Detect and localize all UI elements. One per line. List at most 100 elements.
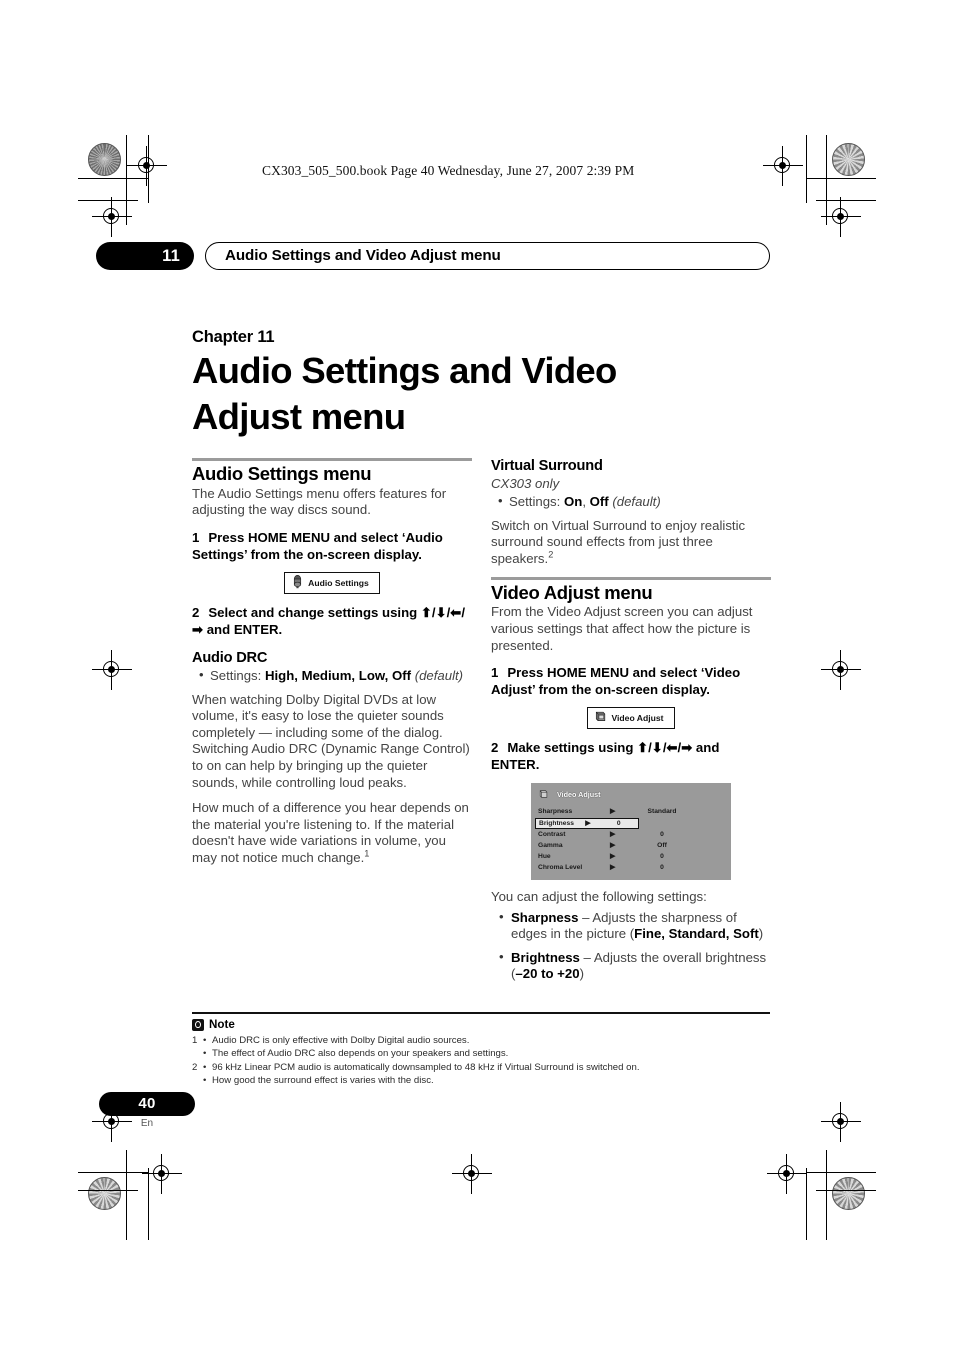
vs-option-on: On <box>563 494 583 510</box>
section-title-audio-settings: Audio Settings menu <box>192 463 372 485</box>
crop-line-bl-v <box>126 1150 128 1240</box>
setting-term: Sharpness <box>511 909 579 925</box>
crop-line-tl-v2 <box>148 135 150 203</box>
osd-chip-video-adjust[interactable]: Video Adjust <box>587 707 675 730</box>
footnotes-heading-label: Note <box>209 1018 235 1032</box>
step-number: 1 <box>192 529 200 545</box>
setting-term: Brightness <box>511 949 580 965</box>
virtual-surround-model-note: CX303 only <box>491 475 560 491</box>
footnote-item: 1 • Audio DRC is only effective with Dolby… <box>192 1034 770 1047</box>
osd-chip-video-adjust-label: Video Adjust <box>611 713 664 724</box>
footnote-number: 1 <box>192 1035 198 1047</box>
crop-line-tr-h <box>806 178 876 180</box>
crop-line-br-v2 <box>806 1168 808 1240</box>
footnote-number <box>192 1047 203 1060</box>
step-text-b: and ENTER. <box>203 621 283 637</box>
footnote-number: 2 <box>192 1061 198 1073</box>
crop-line-tl-h2 <box>78 200 138 202</box>
chapter-kicker: Chapter 11 <box>192 328 275 346</box>
virtual-surround-paragraph-text: Switch on Virtual Surround to enjoy real… <box>491 517 746 566</box>
footnote-text: Audio DRC is only effective with Dolby D… <box>212 1035 470 1047</box>
page-footer: 40 En <box>99 1092 195 1129</box>
registration-mark-middle-right <box>821 650 861 690</box>
audio-drc-paragraph-2: How much of a difference you hear depend… <box>192 800 472 866</box>
crop-line-bl-v2 <box>148 1168 150 1240</box>
crop-line-tr-h2 <box>816 200 876 202</box>
audio-settings-intro: The Audio Settings menu offers features … <box>192 485 447 518</box>
footnote-text: 96 kHz Linear PCM audio is automatically… <box>212 1061 640 1073</box>
crop-line-br-h <box>806 1172 876 1174</box>
setting-description-end: ) <box>758 926 764 942</box>
crop-line-tl-h <box>78 178 148 180</box>
note-icon <box>192 1018 204 1031</box>
step-text: Press HOME MENU and select ‘Audio Settin… <box>192 529 443 562</box>
virtual-surround-settings-list: Settings: On, Off (default) <box>491 493 771 511</box>
footnote-bullet: • <box>203 1074 207 1086</box>
osd-setting-value: Standard <box>647 808 677 816</box>
osd-panel-rows: Sharpness ▶ Standard Brightness ▶ 0 Contrast ▶ 0… <box>531 806 731 880</box>
settings-label: Settings: <box>210 667 265 683</box>
list-item: Brightness – Adjusts the overall brightn… <box>499 949 771 983</box>
chevron-right-icon: ▶ <box>610 864 616 872</box>
footnote-item: • The effect of Audio DRC also depends on… <box>192 1047 770 1060</box>
registration-mark-middle-left <box>92 650 132 690</box>
registration-mark-lower-right <box>821 1102 861 1142</box>
setting-options: Fine, Standard, Soft <box>634 926 759 942</box>
osd-setting-row[interactable]: Chroma Level ▶ 0 <box>531 863 731 874</box>
audio-drc-paragraph-2-text: How much of a difference you hear depend… <box>192 800 469 865</box>
running-head-title: Audio Settings and Video Adjust menu <box>205 242 770 270</box>
section-rule-video-adjust <box>491 576 771 580</box>
footnote-item: 2 • 96 kHz Linear PCM audio is automatical… <box>192 1061 770 1074</box>
print-color-roundel-top-right <box>832 143 865 176</box>
arrow-glyphs-updown: ⬆/⬇/ <box>420 605 451 621</box>
chapter-title-line-2: Adjust menu <box>192 396 406 437</box>
arrow-glyphs: ⬆/⬇/⬅/➡ <box>637 740 693 756</box>
monitor-icon <box>594 710 607 724</box>
video-adjust-step-1: 1 Press HOME MENU and select ‘Video Adjus… <box>491 665 771 698</box>
audio-drc-options: High, Medium, Low, Off <box>264 667 412 683</box>
audio-settings-osd-chip-wrap: Audio Settings <box>192 572 472 595</box>
crop-line-tr-v2 <box>806 135 808 203</box>
step-text-a: Make settings using <box>507 740 638 756</box>
vs-default: (default) <box>612 494 661 510</box>
list-item: Settings: High, Medium, Low, Off (defaul… <box>199 667 472 685</box>
setting-description-end: ) <box>579 966 584 982</box>
page-title: Audio Settings and Video Adjust menu <box>192 348 722 440</box>
settings-label: Settings: <box>509 494 564 510</box>
audio-settings-step-2: 2 Select and change settings using ⬆/⬇/⬅/… <box>192 605 472 638</box>
video-adjust-list-lead: You can adjust the following settings: <box>491 889 707 905</box>
footnote-list: 1 • Audio DRC is only effective with Dolby… <box>192 1034 770 1087</box>
subsection-virtual-surround: Virtual Surround <box>491 458 603 474</box>
osd-chip-audio-settings-label: Audio Settings <box>308 578 369 589</box>
list-item: Sharpness – Adjusts the sharpness of edg… <box>499 909 771 943</box>
chapter-title-line-1: Audio Settings and Video <box>192 350 617 391</box>
registration-mark-bottom-center <box>452 1154 492 1194</box>
registration-mark-bottom-right <box>767 1154 807 1194</box>
virtual-surround-paragraph: Switch on Virtual Surround to enjoy real… <box>491 518 771 568</box>
video-adjust-osd-panel: Video Adjust Sharpness ▶ Standard Brightnes… <box>531 782 731 881</box>
video-adjust-osd-chip-wrap: Video Adjust <box>491 707 771 730</box>
book-file-header: CX303_505_500.book Page 40 Wednesday, Ju… <box>262 163 635 178</box>
footnote-ref-1: 1 <box>364 848 370 859</box>
video-adjust-settings-list: Sharpness – Adjusts the sharpness of edg… <box>491 909 771 983</box>
osd-panel-title-bar: Video Adjust <box>531 783 731 807</box>
setting-dash: – <box>578 909 593 925</box>
osd-setting-value: 0 <box>660 864 664 872</box>
section-title-video-adjust: Video Adjust menu <box>491 581 653 603</box>
setting-options: –20 to +20 <box>515 966 580 982</box>
section-rule-audio-settings <box>192 458 472 462</box>
registration-mark-top-right <box>763 146 803 186</box>
step-number: 2 <box>192 605 200 621</box>
page-number: 40 <box>99 1092 195 1116</box>
setting-dash: – <box>579 949 594 965</box>
list-item: Settings: On, Off (default) <box>498 493 771 511</box>
audio-drc-paragraph-1: When watching Dolby Digital DVDs at low … <box>192 691 470 790</box>
step-number: 1 <box>491 665 499 681</box>
osd-chip-audio-settings[interactable]: Audio Settings <box>284 572 380 595</box>
subsection-audio-drc: Audio DRC <box>192 650 268 667</box>
footnote-item: • How good the surround effect is varies … <box>192 1074 770 1087</box>
step-number: 2 <box>491 740 499 756</box>
audio-drc-default: (default) <box>414 667 464 683</box>
footnote-number <box>192 1074 203 1087</box>
crop-line-bl-h <box>78 1172 148 1174</box>
